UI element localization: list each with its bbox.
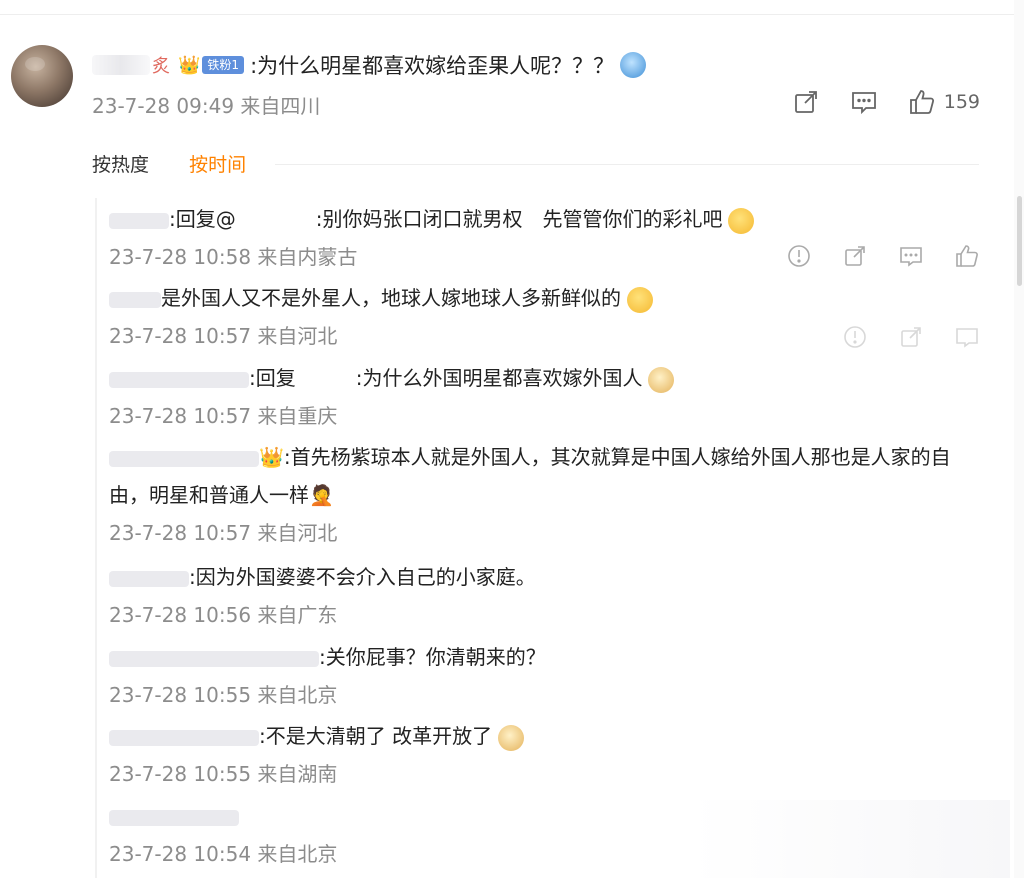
doge-emoji-icon <box>648 366 675 393</box>
reply-actions <box>842 324 980 350</box>
top-divider <box>0 14 1024 15</box>
sort-divider <box>275 164 979 165</box>
comment-icon[interactable] <box>898 243 924 269</box>
username-redacted[interactable] <box>109 809 239 826</box>
reply-text: :不是大清朝了 改革开放了 <box>109 717 979 755</box>
reply-text: 是外国人又不是外星人，地球人嫁地球人多新鲜似的 <box>109 279 979 317</box>
comment-icon[interactable] <box>954 324 980 350</box>
reply-text: :因为外国婆婆不会介入自己的小家庭。 <box>109 558 979 596</box>
reply-list: :回复@ :别你妈张口闭口就男权 先管管你们的彩礼吧 23-7-28 10:58… <box>95 198 1014 878</box>
reply-text: :回复 :为什么外国明星都喜欢嫁外国人 <box>109 359 979 397</box>
reply-border <box>95 198 97 878</box>
emoji-icon <box>620 52 647 78</box>
reply-text: 👑:首先杨紫琼本人就是外国人，其次就算是中国人嫁给外国人那也是人家的自由，明星和… <box>109 445 951 507</box>
report-icon[interactable] <box>786 243 812 269</box>
reply-meta: 23-7-28 10:56 来自广东 <box>109 603 338 627</box>
thumbs-up-icon[interactable] <box>954 243 980 269</box>
reply-item: :回复 :为什么外国明星都喜欢嫁外国人 23-7-28 10:57 来自重庆 <box>109 359 979 435</box>
like-button[interactable]: 159 <box>908 88 980 116</box>
reply-meta: 23-7-28 10:55 来自北京 <box>109 683 338 707</box>
main-comment: 炙 👑 铁粉1 :为什么明星都喜欢嫁给歪果人呢？？？ <box>92 48 647 82</box>
reply-text: :回复@ :别你妈张口闭口就男权 先管管你们的彩礼吧 <box>109 200 979 238</box>
scrollbar-track[interactable] <box>1014 0 1024 878</box>
username-redacted[interactable] <box>109 650 319 667</box>
username-redacted[interactable] <box>109 729 259 746</box>
reply-meta: 23-7-28 10:55 来自湖南 <box>109 762 338 786</box>
username-fragment[interactable]: 炙 <box>152 52 170 78</box>
doge-emoji-icon <box>498 724 525 751</box>
reply-item: 👑:首先杨紫琼本人就是外国人，其次就算是中国人嫁给外国人那也是人家的自由，明星和… <box>109 438 979 552</box>
share-icon[interactable] <box>898 324 924 350</box>
emoji-icon: 🤦 <box>309 483 334 507</box>
report-icon[interactable] <box>842 324 868 350</box>
username-redacted[interactable] <box>109 450 259 467</box>
username-redacted[interactable] <box>109 371 249 388</box>
reply-item: :关你屁事？你清朝来的？ 23-7-28 10:55 来自北京 <box>109 638 979 714</box>
comment-text: :为什么明星都喜欢嫁给歪果人呢？？？ <box>250 54 615 78</box>
bottom-fade-overlay <box>690 800 1010 878</box>
username-redacted[interactable] <box>92 55 150 75</box>
share-icon[interactable] <box>842 243 868 269</box>
reply-meta: 23-7-28 10:57 来自重庆 <box>109 404 338 428</box>
emoji-icon <box>728 207 755 234</box>
sort-by-hot[interactable]: 按热度 <box>92 150 149 177</box>
username-redacted[interactable] <box>109 570 189 587</box>
comment-actions: 159 <box>792 88 980 116</box>
thumbs-up-icon <box>909 90 934 114</box>
username-redacted[interactable] <box>109 212 169 229</box>
share-icon <box>794 91 817 113</box>
reply-meta: 23-7-28 10:57 来自河北 <box>109 521 338 545</box>
like-count: 159 <box>943 91 980 113</box>
comment-icon <box>851 92 876 115</box>
scrollbar-thumb[interactable] <box>1017 196 1022 286</box>
reply-text: :关你屁事？你清朝来的？ <box>109 638 979 676</box>
avatar[interactable] <box>11 45 73 107</box>
reply-actions <box>786 243 980 269</box>
crown-icon: 👑 <box>259 445 284 469</box>
sort-by-time[interactable]: 按时间 <box>189 150 246 177</box>
comment-button[interactable] <box>850 88 878 116</box>
reply-item: :不是大清朝了 改革开放了 23-7-28 10:55 来自湖南 <box>109 717 979 793</box>
comment-meta: 23-7-28 09:49 来自四川 <box>92 94 321 118</box>
share-button[interactable] <box>792 88 820 116</box>
emoji-icon <box>627 286 653 313</box>
reply-item: :因为外国婆婆不会介入自己的小家庭。 23-7-28 10:56 来自广东 <box>109 558 979 634</box>
username-redacted[interactable] <box>109 291 161 308</box>
sort-bar: 按热度 按时间 <box>92 150 280 177</box>
crown-icon: 👑 <box>178 54 201 76</box>
fan-badge[interactable]: 铁粉1 <box>202 56 245 74</box>
